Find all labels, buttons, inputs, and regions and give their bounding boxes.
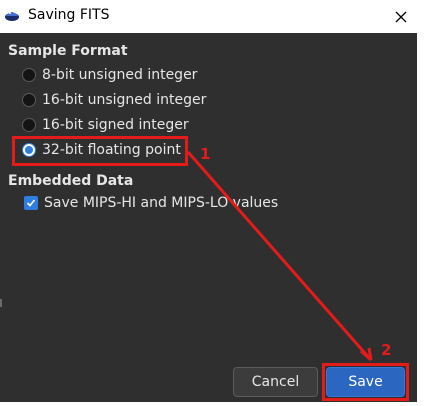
radio-8bit-unsigned[interactable]: 8-bit unsigned integer: [22, 65, 197, 85]
checkbox-label: Save MIPS-HI and MIPS-LO values: [44, 195, 279, 211]
save-button[interactable]: Save: [326, 367, 405, 397]
radio-button[interactable]: [22, 118, 36, 132]
window-right-edge: [417, 33, 424, 406]
radio-button[interactable]: [22, 93, 36, 107]
radio-16bit-signed[interactable]: 16-bit signed integer: [22, 115, 189, 135]
title-bar: Saving FITS: [0, 0, 424, 33]
embedded-data-heading: Embedded Data: [8, 173, 134, 189]
close-icon: [395, 11, 407, 22]
close-button[interactable]: [378, 0, 424, 33]
checkmark-icon: [26, 199, 36, 207]
annotation-step-2: 2: [381, 341, 392, 359]
checkbox-save-mips[interactable]: Save MIPS-HI and MIPS-LO values: [24, 193, 278, 213]
radio-button[interactable]: [22, 68, 36, 82]
dialog-body: [0, 33, 417, 406]
annotation-step-1: 1: [200, 145, 211, 163]
window-title: Saving FITS: [28, 7, 110, 23]
fits-app-icon: [5, 11, 19, 21]
checkbox-checked[interactable]: [24, 196, 38, 210]
radio-label: 16-bit unsigned integer: [42, 92, 207, 108]
radio-label: 8-bit unsigned integer: [42, 67, 198, 83]
window-bottom-edge: [0, 402, 424, 406]
radio-16bit-unsigned[interactable]: 16-bit unsigned integer: [22, 90, 206, 110]
cancel-button[interactable]: Cancel: [233, 367, 318, 397]
resize-mark: [0, 299, 2, 307]
radio-label: 16-bit signed integer: [42, 117, 189, 133]
annotation-highlight-32bit: [12, 136, 188, 166]
sample-format-heading: Sample Format: [8, 43, 128, 59]
